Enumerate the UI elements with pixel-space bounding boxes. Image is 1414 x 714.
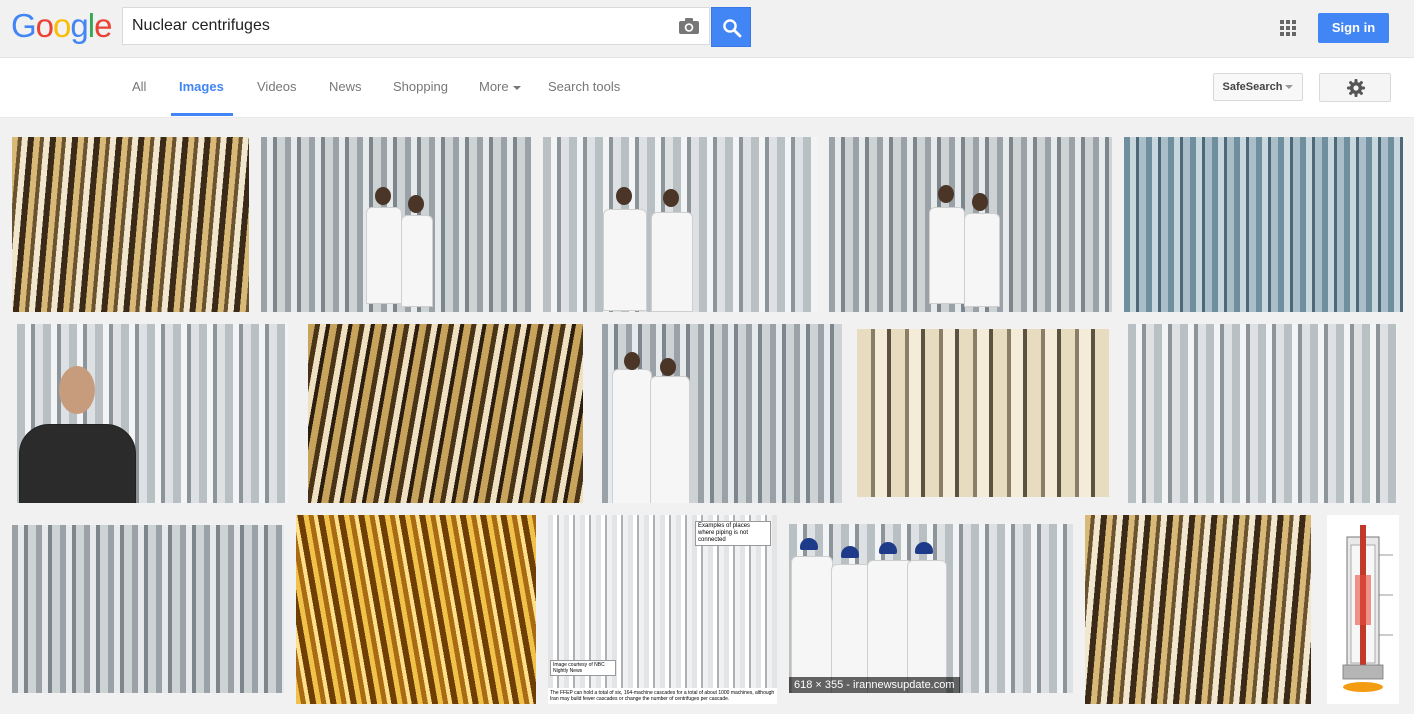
image-result[interactable] — [1327, 515, 1399, 704]
image-result[interactable] — [12, 525, 284, 693]
person-head — [59, 366, 95, 414]
person-cap — [841, 546, 859, 558]
person-figure — [401, 215, 433, 307]
image-result[interactable] — [308, 324, 583, 503]
tab-news[interactable]: News — [329, 58, 362, 117]
safesearch-label: SafeSearch — [1222, 81, 1283, 93]
image-result[interactable] — [1124, 137, 1403, 312]
image-result[interactable] — [17, 324, 288, 503]
search-button[interactable] — [711, 7, 751, 47]
person-figure — [907, 560, 947, 693]
person-figure — [964, 213, 1000, 307]
person-head — [624, 352, 640, 370]
image-result[interactable] — [1128, 324, 1397, 503]
sign-in-button[interactable]: Sign in — [1318, 13, 1389, 43]
search-input[interactable] — [132, 8, 662, 44]
person-figure — [603, 209, 647, 311]
gear-icon — [1347, 79, 1365, 97]
tab-more-label: More — [479, 79, 509, 94]
person-cap — [915, 542, 933, 554]
search-tabs-bar: All Images Videos News Shopping More Sea… — [0, 58, 1414, 118]
person-figure — [651, 212, 693, 312]
person-figure — [366, 207, 402, 304]
settings-button[interactable] — [1319, 73, 1391, 102]
person-head — [660, 358, 676, 376]
person-head — [375, 187, 391, 205]
image-callout: Examples of places where piping is not c… — [695, 521, 771, 546]
image-result[interactable] — [543, 137, 817, 312]
tab-shopping[interactable]: Shopping — [393, 58, 448, 117]
person-head — [663, 189, 679, 207]
person-head — [408, 195, 424, 213]
safesearch-dropdown[interactable]: SafeSearch — [1213, 73, 1303, 101]
magnifier-icon — [723, 19, 742, 38]
person-cap — [879, 542, 897, 554]
image-result[interactable]: 618 × 355 - irannewsupdate.com — [789, 524, 1073, 693]
apps-grid-icon[interactable] — [1280, 20, 1296, 36]
person-figure — [19, 424, 136, 503]
image-result[interactable] — [12, 137, 249, 312]
image-result[interactable] — [857, 329, 1109, 497]
image-caption: The FFEP can hold a total of six, 164-ma… — [548, 688, 777, 704]
person-cap — [800, 538, 818, 550]
tab-videos[interactable]: Videos — [257, 58, 297, 117]
active-tab-indicator — [171, 113, 233, 116]
image-size-source-caption: 618 × 355 - irannewsupdate.com — [789, 677, 960, 693]
top-bar: Google Sign in — [0, 0, 1414, 58]
tab-search-tools[interactable]: Search tools — [548, 58, 620, 117]
image-result[interactable] — [261, 137, 531, 312]
chevron-down-icon — [1285, 85, 1294, 90]
person-head — [616, 187, 632, 205]
image-result[interactable] — [1085, 515, 1311, 704]
person-figure — [831, 564, 871, 693]
image-credit: Image courtesy of NBC Nightly News — [550, 660, 616, 676]
google-logo[interactable]: Google — [11, 8, 112, 44]
person-figure — [791, 556, 833, 693]
camera-icon[interactable] — [678, 17, 700, 35]
image-result[interactable]: Examples of places where piping is not c… — [548, 515, 777, 704]
tab-all[interactable]: All — [132, 58, 146, 117]
image-result[interactable] — [296, 515, 536, 704]
centrifuge-diagram — [1342, 525, 1393, 692]
person-figure — [650, 376, 690, 503]
person-head — [972, 193, 988, 211]
image-result[interactable] — [829, 137, 1112, 312]
person-head — [938, 185, 954, 203]
chevron-down-icon — [512, 85, 521, 90]
image-result[interactable] — [602, 324, 842, 503]
tab-images[interactable]: Images — [179, 58, 224, 117]
person-figure — [929, 207, 965, 304]
search-box — [122, 7, 710, 45]
tab-more[interactable]: More — [479, 58, 521, 117]
person-figure — [612, 369, 652, 503]
